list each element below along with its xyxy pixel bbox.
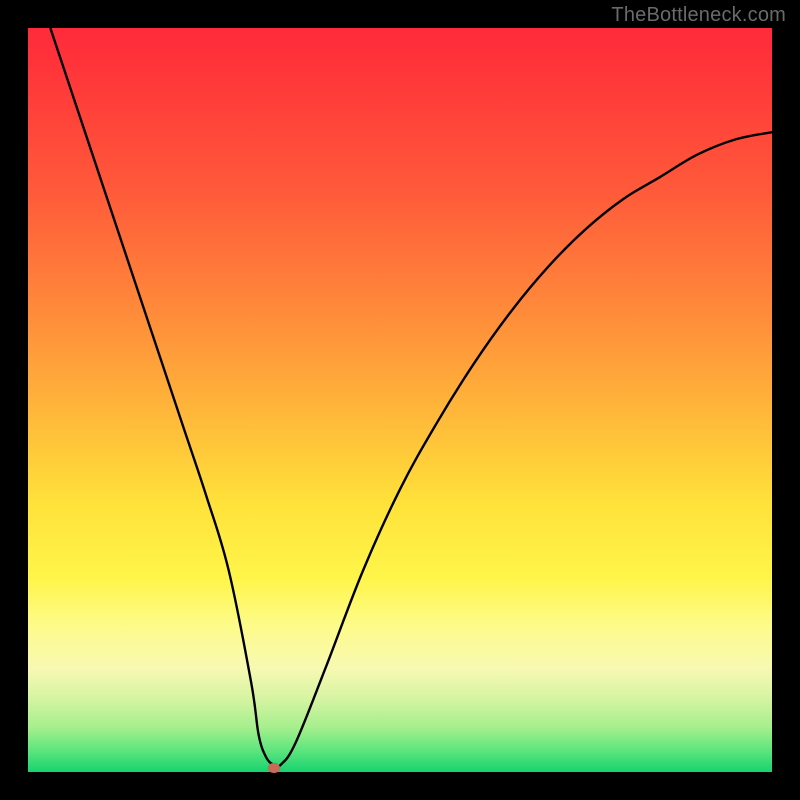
bottleneck-curve <box>28 28 772 772</box>
optimal-point-marker <box>268 763 280 773</box>
chart-plot-area <box>28 28 772 772</box>
watermark-text: TheBottleneck.com <box>611 4 786 27</box>
